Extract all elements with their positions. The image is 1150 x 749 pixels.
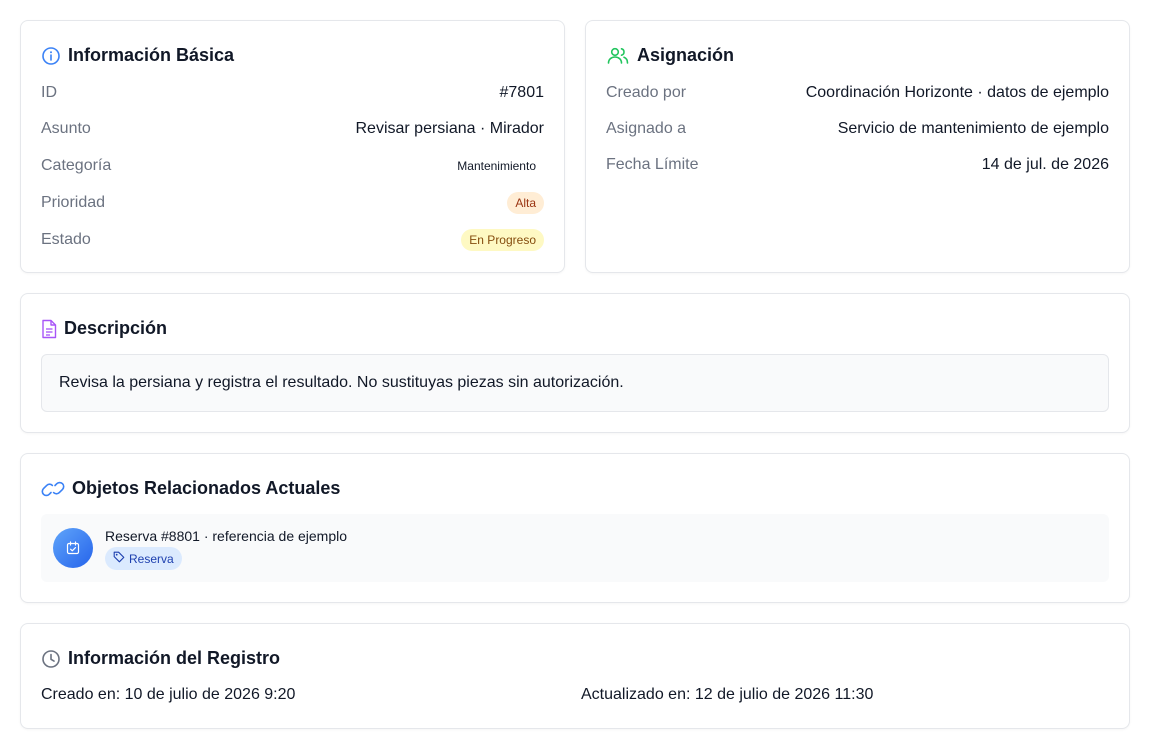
category-label: Categoría bbox=[41, 157, 112, 174]
created-by-label: Creado por bbox=[606, 84, 687, 101]
id-label: ID bbox=[41, 84, 57, 101]
file-text-icon bbox=[41, 319, 57, 339]
related-objects-title: Objetos Relacionados Actuales bbox=[72, 478, 341, 498]
info-icon bbox=[41, 46, 61, 66]
record-info-title: Información del Registro bbox=[68, 648, 281, 668]
basic-info-card: Información Básica ID #7801 Asunto Revis… bbox=[20, 20, 565, 273]
related-item[interactable]: Reserva #8801 · referencia de ejemplo Re… bbox=[41, 514, 1109, 582]
subject-label: Asunto bbox=[41, 120, 91, 137]
created-at: Creado en: 10 de julio de 2026 9:20 bbox=[41, 686, 296, 703]
basic-info-header: Información Básica bbox=[41, 45, 234, 66]
created-by-row: Creado por Coordinación Horizonte · dato… bbox=[606, 82, 1109, 104]
id-row: ID #7801 bbox=[41, 82, 544, 104]
status-label: Estado bbox=[41, 231, 91, 248]
calendar-check-icon bbox=[53, 528, 93, 568]
related-item-name[interactable]: Reserva #8801 · referencia de ejemplo bbox=[105, 528, 347, 544]
assigned-to-row: Asignado a Servicio de mantenimiento de … bbox=[606, 118, 1109, 140]
related-objects-card: Objetos Relacionados Actuales Reserva #8… bbox=[20, 453, 1130, 603]
basic-info-title: Información Básica bbox=[68, 45, 235, 65]
assignment-header: Asignación bbox=[606, 45, 734, 66]
users-icon bbox=[606, 46, 630, 66]
description-text: Revisa la persiana y registra el resulta… bbox=[41, 354, 1109, 412]
record-info-card: Información del Registro Creado en: 10 d… bbox=[20, 623, 1130, 729]
assignment-card: Asignación Creado por Coordinación Horiz… bbox=[585, 20, 1130, 273]
subject-value: Revisar persiana · Mirador bbox=[355, 120, 544, 137]
description-title: Descripción bbox=[64, 318, 168, 338]
priority-badge: Alta bbox=[507, 192, 544, 214]
assignment-title: Asignación bbox=[637, 45, 735, 65]
due-date-label: Fecha Límite bbox=[606, 156, 699, 173]
id-value: #7801 bbox=[499, 84, 545, 101]
due-date-value: 14 de jul. de 2026 bbox=[981, 156, 1109, 173]
priority-row: Prioridad Alta bbox=[41, 192, 544, 214]
clock-icon bbox=[41, 649, 61, 669]
priority-label: Prioridad bbox=[41, 194, 106, 211]
related-objects-header: Objetos Relacionados Actuales bbox=[41, 478, 340, 499]
assigned-to-label: Asignado a bbox=[606, 120, 687, 137]
description-header: Descripción bbox=[41, 318, 167, 339]
status-row: Estado En Progreso bbox=[41, 229, 544, 251]
updated-at: Actualizado en: 12 de julio de 2026 11:3… bbox=[581, 686, 874, 703]
created-by-value: Coordinación Horizonte · datos de ejempl… bbox=[805, 84, 1109, 101]
category-row: Categoría Mantenimiento bbox=[41, 155, 544, 177]
record-info-header: Información del Registro bbox=[41, 648, 280, 669]
due-date-row: Fecha Límite 14 de jul. de 2026 bbox=[606, 154, 1109, 176]
related-item-tag: Reserva bbox=[105, 547, 182, 570]
category-badge: Mantenimiento bbox=[449, 155, 544, 177]
assigned-to-value: Servicio de mantenimiento de ejemplo bbox=[837, 120, 1109, 137]
tag-icon bbox=[113, 551, 125, 566]
status-badge: En Progreso bbox=[461, 229, 544, 251]
related-item-tag-label: Reserva bbox=[129, 551, 174, 566]
subject-row: Asunto Revisar persiana · Mirador bbox=[41, 118, 544, 140]
description-card: Descripción Revisa la persiana y registr… bbox=[20, 293, 1130, 433]
link-icon bbox=[41, 479, 65, 499]
